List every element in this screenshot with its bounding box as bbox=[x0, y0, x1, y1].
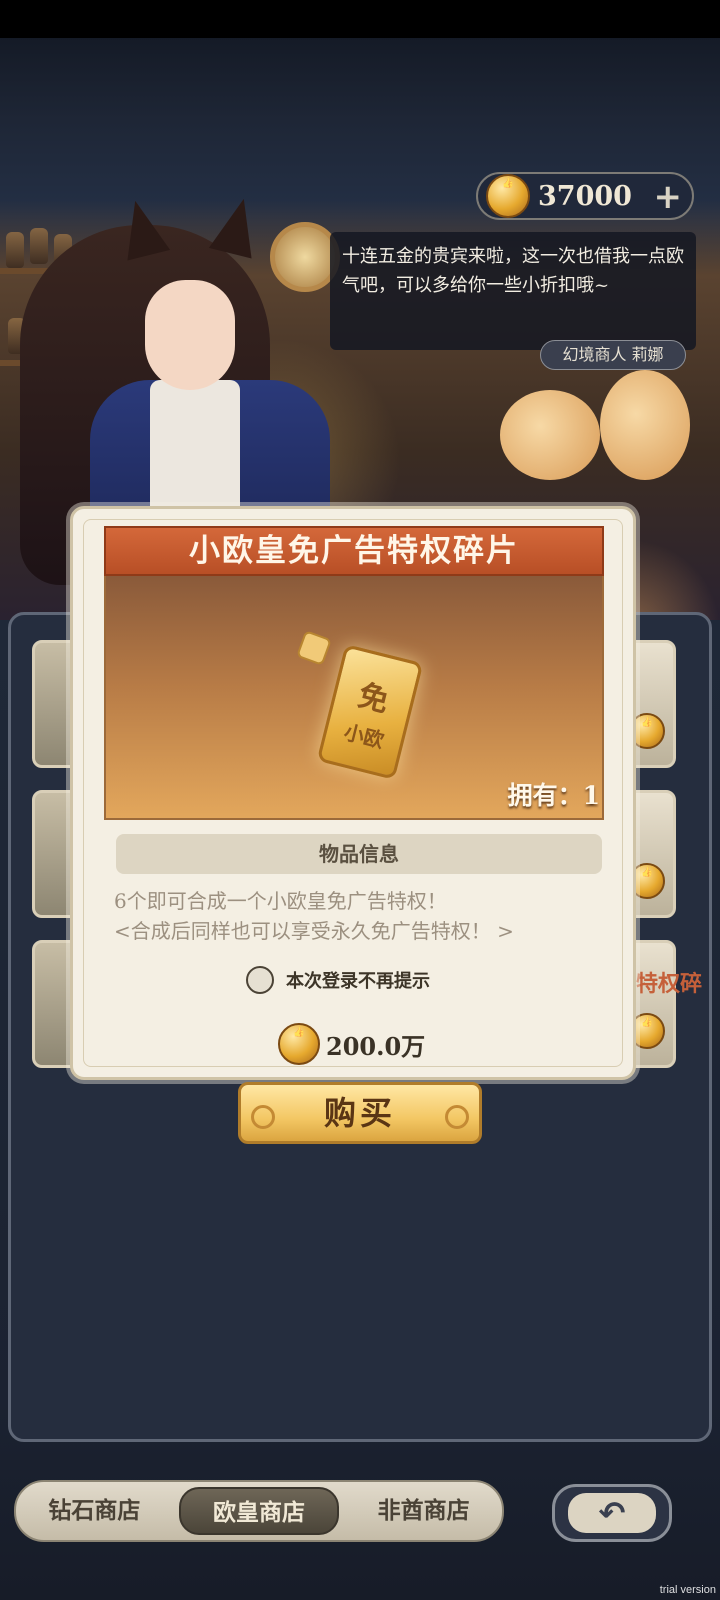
buy-button[interactable]: 购买 bbox=[238, 1082, 482, 1144]
dialog-title: 小欧皇免广告特权碎片 bbox=[104, 526, 604, 576]
bottle-decoration bbox=[6, 232, 24, 268]
fox-mascot bbox=[600, 370, 690, 480]
price-display: 200.0万 bbox=[278, 1022, 425, 1066]
plus-icon[interactable]: + bbox=[654, 177, 683, 217]
currency-amount: 37000 bbox=[538, 180, 632, 212]
back-button[interactable]: ↶ bbox=[552, 1484, 672, 1542]
tab-diamond-shop[interactable]: 钻石商店 bbox=[16, 1487, 173, 1535]
item-description: 6个即可合成一个小欧皇免广告特权！ <合成后同样也可以享受永久免广告特权！ > bbox=[114, 886, 604, 946]
gold-coin-icon bbox=[278, 1023, 320, 1065]
watermark: trial version bbox=[659, 1584, 716, 1596]
shop-screen: 37000 + 十连五金的贵宾来啦，这一次也借我一点欧气吧，可以多给你一些小折扣… bbox=[0, 0, 720, 1600]
tab-unlucky-shop[interactable]: 非酋商店 bbox=[345, 1487, 502, 1535]
item-price: 200.0万 bbox=[326, 1031, 426, 1061]
dont-remind-option[interactable]: 本次登录不再提示 bbox=[246, 964, 430, 996]
back-arrow-icon: ↶ bbox=[568, 1493, 656, 1533]
owned-count: 拥有：1 bbox=[507, 781, 600, 810]
merchant-face bbox=[145, 280, 235, 390]
status-bar bbox=[0, 0, 720, 38]
dont-remind-checkbox[interactable] bbox=[246, 966, 274, 994]
background-item-label: 特权碎 bbox=[636, 971, 703, 997]
description-line: <合成后同样也可以享受永久免广告特权！ > bbox=[114, 919, 514, 943]
item-info-header: 物品信息 bbox=[116, 834, 602, 874]
dont-remind-label: 本次登录不再提示 bbox=[286, 971, 430, 992]
bottle-decoration bbox=[30, 228, 48, 264]
fox-mascot bbox=[500, 390, 600, 480]
npc-speech-bubble: 十连五金的贵宾来啦，这一次也借我一点欧气吧，可以多给你一些小折扣哦~ bbox=[330, 232, 696, 350]
shop-tab-bar: 钻石商店 欧皇商店 非酋商店 bbox=[14, 1480, 504, 1542]
gold-coin-icon bbox=[486, 174, 530, 218]
tab-lucky-shop[interactable]: 欧皇商店 bbox=[178, 1487, 340, 1535]
description-line: 6个即可合成一个小欧皇免广告特权！ bbox=[114, 889, 447, 913]
npc-name-tag: 幻境商人 莉娜 bbox=[540, 340, 686, 370]
currency-display: 37000 + bbox=[476, 172, 694, 220]
